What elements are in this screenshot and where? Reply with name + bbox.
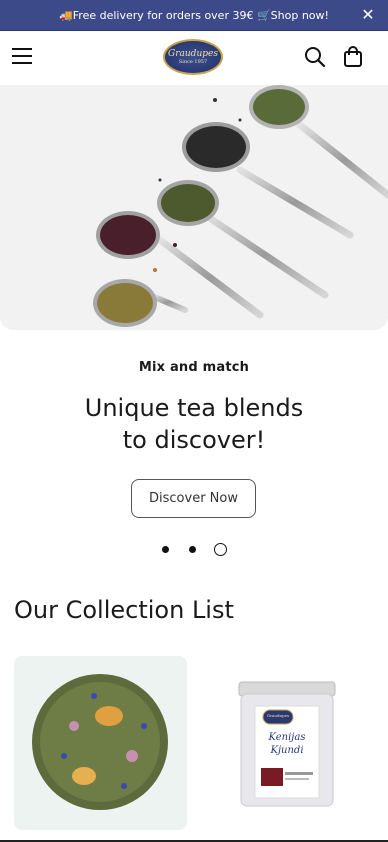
carousel-dot-2[interactable] [189, 546, 196, 553]
hero-headline-line-1: Unique tea blends [84, 394, 304, 422]
shopping-bag-icon[interactable] [343, 46, 363, 68]
logo-tagline: Since 1957 [178, 59, 208, 65]
carousel-pagination [158, 543, 238, 557]
tea-blend-image [32, 674, 168, 810]
hero-headline: Unique tea blends to discover! [40, 392, 348, 456]
search-icon[interactable] [304, 46, 326, 68]
announcement-text[interactable]: 🚚Free delivery for orders over 39€ 🛒Shop… [59, 9, 329, 22]
collection-card-tea-blend[interactable] [14, 656, 187, 830]
collection-card-tea-tin[interactable]: Graudupes Kenijas Kjundi [201, 656, 374, 830]
hero-image [0, 85, 388, 330]
discover-now-button[interactable]: Discover Now [131, 479, 256, 518]
brand-logo[interactable]: Graudupes Since 1957 [163, 39, 223, 75]
hamburger-menu-icon[interactable] [12, 48, 34, 66]
hero-headline-line-2: to discover! [122, 426, 266, 454]
tin-label-line-2: Kjundi [270, 745, 304, 756]
hero-eyebrow: Mix and match [138, 360, 250, 375]
tin-label-line-1: Kenijas [268, 732, 306, 743]
carousel-dot-3-active[interactable] [214, 543, 227, 556]
carousel-dot-1[interactable] [162, 546, 169, 553]
announcement-bar[interactable]: 🚚Free delivery for orders over 39€ 🛒Shop… [0, 0, 388, 31]
tea-tin-image [238, 681, 336, 807]
logo-name: Graudupes [168, 49, 218, 59]
tin-brand-text: Graudupes [266, 713, 290, 718]
site-header: Graudupes Since 1957 [0, 31, 388, 85]
collection-title: Our Collection List [14, 596, 234, 624]
close-icon[interactable]: ✕ [358, 5, 378, 25]
tea-spoons-illustration [0, 85, 388, 330]
